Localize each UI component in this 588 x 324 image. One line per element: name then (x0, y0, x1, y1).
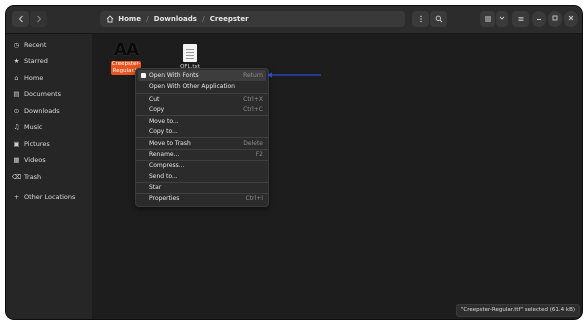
sidebar-item-label: Other Locations (24, 193, 76, 201)
sidebar-item-videos[interactable]: ▦ Videos (12, 153, 88, 167)
font-preview-icon: AA (113, 40, 139, 60)
video-icon: ▦ (13, 156, 20, 164)
trash-icon: ⌫ (12, 173, 22, 181)
menu-item-accelerator: F2 (255, 151, 263, 158)
sidebar-item-label: Downloads (24, 107, 60, 115)
menu-item-label: Copy (149, 106, 165, 113)
menu-item-label: Open With Fonts (149, 72, 199, 79)
list-view-icon (484, 16, 491, 22)
sidebar-item-home[interactable]: ⌂ Home (12, 71, 88, 85)
menu-item-copy[interactable]: Copy Ctrl+C (136, 104, 268, 115)
minimize-button[interactable] (532, 11, 546, 27)
chevron-right-icon (36, 15, 41, 23)
menu-item-accelerator: Delete (243, 140, 263, 147)
hamburger-icon (518, 17, 523, 21)
plus-icon: + (13, 193, 20, 201)
document-icon: ▤ (13, 90, 20, 98)
menu-item-label: Open With Other Application (149, 83, 235, 90)
menu-item-open-with-other-application[interactable]: Open With Other Application (136, 81, 268, 92)
status-bar: "Creepster-Regular.ttf" selected (61.4 k… (455, 304, 580, 317)
breadcrumb: Home / Downloads / Creepster (100, 11, 405, 27)
menu-item-copy-to[interactable]: Copy to... (136, 126, 268, 137)
breadcrumb-separator: / (202, 15, 205, 23)
menu-item-label: Properties (149, 195, 180, 202)
close-icon (568, 15, 574, 21)
kebab-menu-icon (419, 15, 422, 23)
annotation-arrow-icon (267, 72, 321, 78)
file-item-ofl-txt[interactable]: OFL.txt (176, 44, 204, 70)
breadcrumb-downloads[interactable]: Downloads (154, 11, 197, 27)
forward-button[interactable] (30, 11, 47, 27)
hamburger-menu-button[interactable] (512, 11, 529, 27)
breadcrumb-separator: / (146, 15, 149, 23)
clock-icon: ◷ (13, 41, 20, 49)
sidebar-item-label: Pictures (24, 140, 50, 148)
close-button[interactable] (564, 11, 578, 27)
picture-icon: ▣ (13, 140, 20, 148)
search-button[interactable] (430, 11, 447, 27)
sidebar-item-other-locations[interactable]: + Other Locations (12, 190, 88, 204)
star-icon: ★ (13, 57, 20, 65)
sidebar-item-documents[interactable]: ▤ Documents (12, 87, 88, 101)
chevron-down-icon (499, 16, 505, 20)
menu-item-label: Compress... (149, 162, 185, 169)
menu-item-send-to[interactable]: Send to... (136, 171, 268, 182)
menu-item-label: Star (149, 184, 162, 191)
sidebar: ◷ Recent ★ Starred ⌂ Home ▤ Documents ⊙ Downl… (6, 34, 92, 319)
minimize-icon (537, 19, 541, 20)
view-options-button[interactable] (496, 11, 508, 27)
chevron-left-icon (18, 15, 23, 23)
sidebar-item-label: Home (24, 74, 44, 82)
menu-item-accelerator: Return (243, 72, 263, 79)
more-options-button[interactable] (412, 11, 429, 27)
sidebar-item-label: Documents (24, 90, 62, 98)
text-file-icon (183, 44, 197, 62)
home-icon: ⌂ (14, 74, 19, 82)
menu-item-label: Send to... (149, 173, 178, 180)
back-button[interactable] (12, 11, 29, 27)
home-icon (106, 11, 114, 29)
sidebar-item-label: Music (24, 123, 43, 131)
sidebar-item-trash[interactable]: ⌫ Trash (12, 170, 88, 184)
header-bar: Home / Downloads / Creepster (6, 6, 582, 34)
sidebar-item-label: Recent (24, 41, 47, 49)
breadcrumb-home[interactable]: Home (118, 11, 141, 27)
menu-item-properties[interactable]: Properties Ctrl+I (136, 193, 268, 204)
file-manager-window: Home / Downloads / Creepster ◷ Recent ★ … (6, 6, 582, 319)
menu-item-open-with-fonts[interactable]: Open With Fonts Return (138, 70, 266, 81)
menu-item-rename[interactable]: Rename... F2 (136, 149, 268, 160)
download-icon: ⊙ (13, 107, 20, 115)
search-icon (435, 15, 442, 23)
file-name-line-1: Creepster- (111, 61, 141, 67)
breadcrumb-creepster[interactable]: Creepster (210, 11, 249, 27)
fonts-app-icon (141, 73, 146, 78)
menu-item-label: Rename... (149, 151, 180, 158)
menu-item-compress[interactable]: Compress... (136, 160, 268, 171)
menu-item-accelerator: Ctrl+I (245, 195, 263, 202)
sidebar-item-label: Starred (24, 57, 48, 65)
sidebar-item-downloads[interactable]: ⊙ Downloads (12, 104, 88, 118)
sidebar-item-recent[interactable]: ◷ Recent (12, 38, 88, 52)
sidebar-item-starred[interactable]: ★ Starred (12, 54, 88, 68)
menu-item-accelerator: Ctrl+C (243, 106, 263, 113)
music-icon: ♫ (13, 123, 20, 131)
menu-item-label: Move to Trash (149, 140, 191, 147)
sidebar-item-pictures[interactable]: ▣ Pictures (12, 137, 88, 151)
maximize-icon (552, 15, 558, 21)
menu-item-label: Copy to... (149, 128, 178, 135)
context-menu: Open With Fonts Return Open With Other A… (135, 68, 269, 207)
view-list-button[interactable] (480, 11, 495, 27)
menu-item-star[interactable]: Star (136, 182, 268, 193)
sidebar-item-label: Videos (24, 156, 46, 164)
sidebar-item-label: Trash (24, 173, 42, 181)
sidebar-item-music[interactable]: ♫ Music (12, 120, 88, 134)
menu-item-move-to-trash[interactable]: Move to Trash Delete (136, 138, 268, 149)
maximize-button[interactable] (548, 11, 562, 27)
